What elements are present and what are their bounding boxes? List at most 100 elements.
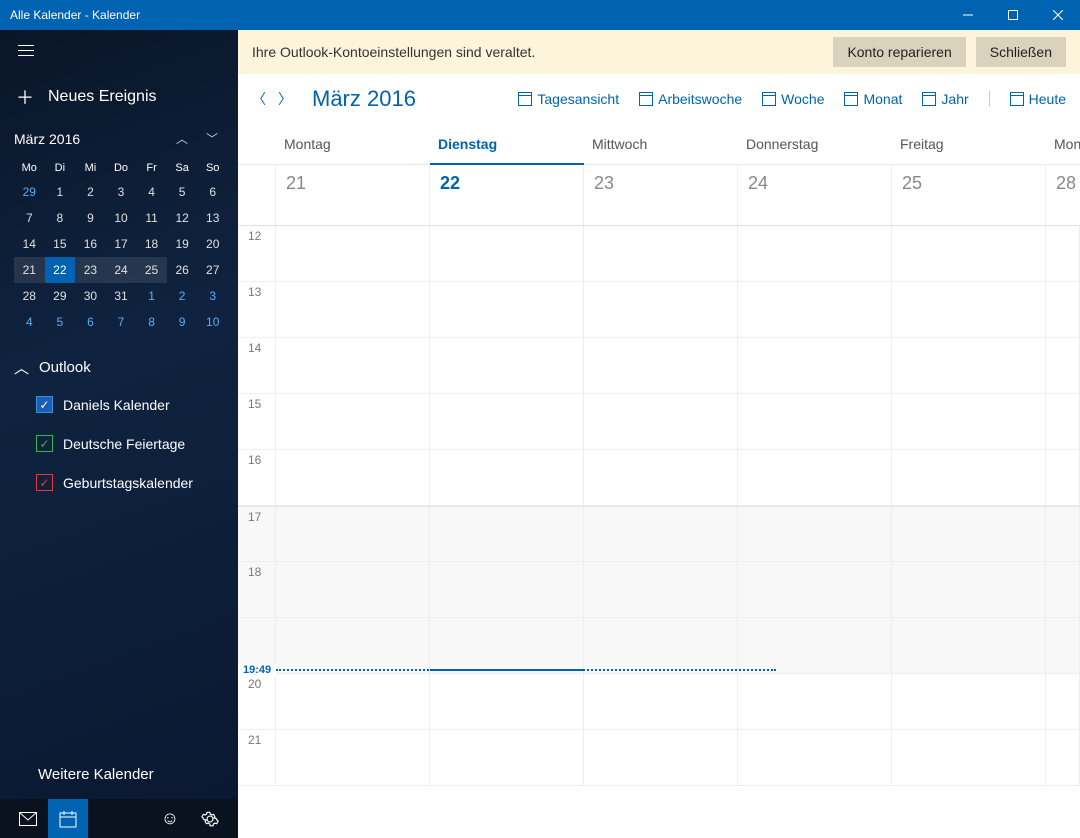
hour-cell[interactable] xyxy=(892,282,1046,337)
hour-cell[interactable] xyxy=(892,338,1046,393)
mini-day-cell[interactable]: 13 xyxy=(197,205,228,231)
close-button[interactable] xyxy=(1035,0,1080,30)
day-header[interactable]: Freitag xyxy=(892,124,1046,164)
mini-day-cell[interactable]: 1 xyxy=(45,179,76,205)
hour-cell[interactable] xyxy=(430,730,584,785)
hour-cell[interactable] xyxy=(276,338,430,393)
mini-day-cell[interactable]: 5 xyxy=(45,309,76,335)
mini-day-cell[interactable]: 6 xyxy=(197,179,228,205)
hour-cell[interactable] xyxy=(276,282,430,337)
calendar-icon[interactable] xyxy=(48,799,88,838)
hour-cell[interactable] xyxy=(738,226,892,281)
allday-cell[interactable]: 21 xyxy=(276,165,430,225)
mini-day-cell[interactable]: 3 xyxy=(197,283,228,309)
hour-cell[interactable] xyxy=(1046,507,1080,561)
next-period-button[interactable]: 〉 xyxy=(278,89,292,109)
maximize-button[interactable] xyxy=(990,0,1035,30)
mini-day-cell[interactable]: 16 xyxy=(75,231,106,257)
allday-cell[interactable]: 28 xyxy=(1046,165,1080,225)
mini-day-cell[interactable]: 7 xyxy=(106,309,137,335)
hour-cell[interactable] xyxy=(584,674,738,729)
prev-period-button[interactable]: 〈 xyxy=(252,89,266,109)
month-title[interactable]: März 2016 xyxy=(312,86,416,112)
hour-row[interactable]: 17 xyxy=(238,506,1080,562)
hour-cell[interactable] xyxy=(738,507,892,561)
hour-cell[interactable] xyxy=(738,674,892,729)
hour-cell[interactable] xyxy=(584,562,738,617)
hour-cell[interactable] xyxy=(738,338,892,393)
hour-cell[interactable] xyxy=(430,282,584,337)
hour-cell[interactable] xyxy=(276,562,430,617)
mini-day-cell[interactable]: 8 xyxy=(45,205,76,231)
hour-cell[interactable] xyxy=(892,450,1046,505)
hour-row[interactable]: 21 xyxy=(238,730,1080,786)
mini-day-cell[interactable]: 28 xyxy=(14,283,45,309)
workweek-view-button[interactable]: Arbeitswoche xyxy=(639,91,742,107)
mini-day-cell[interactable]: 10 xyxy=(106,205,137,231)
hour-cell[interactable] xyxy=(430,226,584,281)
hour-cell[interactable] xyxy=(584,394,738,449)
mini-day-cell[interactable]: 2 xyxy=(75,179,106,205)
mail-icon[interactable] xyxy=(8,799,48,838)
mini-day-cell[interactable]: 9 xyxy=(75,205,106,231)
hour-cell[interactable] xyxy=(430,450,584,505)
hour-cell[interactable] xyxy=(276,674,430,729)
hour-cell[interactable] xyxy=(276,450,430,505)
mini-day-cell[interactable]: 29 xyxy=(14,179,45,205)
hour-row[interactable]: 14 xyxy=(238,338,1080,394)
hour-cell[interactable] xyxy=(584,338,738,393)
mini-day-cell[interactable]: 2 xyxy=(167,283,198,309)
day-header[interactable]: Donnerstag xyxy=(738,124,892,164)
hour-cell[interactable] xyxy=(738,282,892,337)
hour-cell[interactable] xyxy=(430,562,584,617)
mini-day-cell[interactable]: 5 xyxy=(167,179,198,205)
hour-cell[interactable] xyxy=(584,507,738,561)
hour-cell[interactable] xyxy=(892,507,1046,561)
day-header-today[interactable]: Dienstag xyxy=(430,124,584,164)
mini-day-cell[interactable]: 12 xyxy=(167,205,198,231)
mini-month-label[interactable]: März 2016 xyxy=(14,131,176,147)
minimize-button[interactable] xyxy=(945,0,990,30)
mini-day-cell[interactable]: 11 xyxy=(136,205,167,231)
hour-cell[interactable] xyxy=(892,562,1046,617)
mini-day-cell[interactable]: 8 xyxy=(136,309,167,335)
calendar-item[interactable]: ✓ Geburtstagskalender xyxy=(36,474,224,491)
hour-cell[interactable] xyxy=(276,394,430,449)
settings-icon[interactable] xyxy=(190,799,230,838)
mini-day-cell[interactable]: 15 xyxy=(45,231,76,257)
calendar-item[interactable]: ✓ Deutsche Feiertage xyxy=(36,435,224,452)
hour-cell[interactable] xyxy=(738,394,892,449)
checkbox-icon[interactable]: ✓ xyxy=(36,396,53,413)
mini-day-cell[interactable]: 3 xyxy=(106,179,137,205)
day-header[interactable]: Montag xyxy=(276,124,430,164)
mini-day-cell[interactable]: 4 xyxy=(14,309,45,335)
today-button[interactable]: Heute xyxy=(989,91,1066,107)
hour-row[interactable]: 13 xyxy=(238,282,1080,338)
hour-cell[interactable] xyxy=(1046,674,1080,729)
mini-day-cell[interactable]: 22 xyxy=(45,257,76,283)
new-event-button[interactable]: ＋ Neues Ereignis xyxy=(0,70,238,130)
hour-cell[interactable] xyxy=(892,226,1046,281)
week-view-button[interactable]: Woche xyxy=(762,91,824,107)
hour-cell[interactable] xyxy=(1046,450,1080,505)
month-view-button[interactable]: Monat xyxy=(844,91,902,107)
mini-day-cell[interactable]: 10 xyxy=(197,309,228,335)
hour-cell[interactable] xyxy=(1046,226,1080,281)
mini-prev-icon[interactable]: ︿ xyxy=(176,130,188,147)
mini-day-cell[interactable]: 27 xyxy=(197,257,228,283)
mini-next-icon[interactable]: ﹀ xyxy=(206,130,218,147)
mini-day-cell[interactable]: 1 xyxy=(136,283,167,309)
hour-cell[interactable] xyxy=(892,730,1046,785)
hour-cell[interactable] xyxy=(738,450,892,505)
allday-cell[interactable]: 24 xyxy=(738,165,892,225)
hour-cell[interactable] xyxy=(1046,282,1080,337)
more-calendars-link[interactable]: Weitere Kalender xyxy=(0,766,238,795)
mini-day-cell[interactable]: 6 xyxy=(75,309,106,335)
mini-day-cell[interactable]: 4 xyxy=(136,179,167,205)
mini-day-cell[interactable]: 30 xyxy=(75,283,106,309)
mini-day-cell[interactable]: 7 xyxy=(14,205,45,231)
repair-account-button[interactable]: Konto reparieren xyxy=(833,37,965,67)
hour-cell[interactable] xyxy=(1046,394,1080,449)
hour-cell[interactable] xyxy=(892,394,1046,449)
mini-day-cell[interactable]: 23 xyxy=(75,257,106,283)
